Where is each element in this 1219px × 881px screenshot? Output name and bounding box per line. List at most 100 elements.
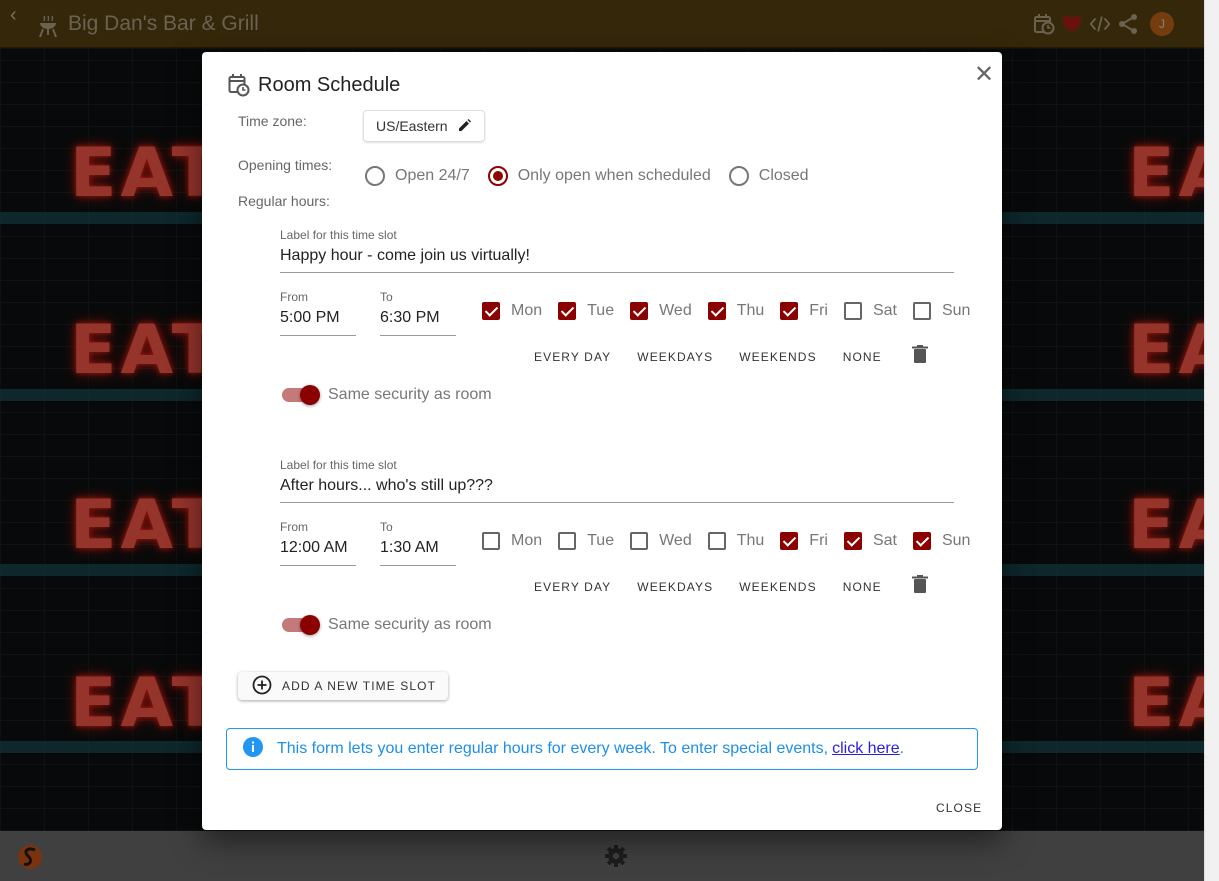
- same-security-toggle[interactable]: Same security as room: [282, 615, 492, 635]
- to-field[interactable]: To 1:30 AM: [380, 520, 456, 566]
- day-label: Fri: [809, 532, 828, 549]
- radio-circle[interactable]: [728, 166, 749, 186]
- add-circle-icon: [252, 675, 272, 698]
- day-label: Mon: [511, 302, 543, 319]
- day-checkbox-wed[interactable]: Wed: [630, 532, 692, 550]
- close-icon[interactable]: ✕: [974, 60, 994, 89]
- checkbox[interactable]: [558, 302, 577, 320]
- opening-option-radio[interactable]: Only open when scheduled: [487, 166, 711, 186]
- info-alert: This form lets you enter regular hours f…: [226, 728, 978, 770]
- quick-select-none-button[interactable]: NONE: [843, 350, 882, 364]
- checkbox[interactable]: [843, 532, 862, 550]
- close-button[interactable]: CLOSE: [936, 801, 982, 815]
- day-checkbox-fri[interactable]: Fri: [780, 302, 828, 320]
- opening-option-radio[interactable]: Open 24/7: [365, 166, 470, 186]
- to-caption: To: [380, 290, 393, 304]
- day-checkbox-sun[interactable]: Sun: [912, 532, 971, 550]
- quick-select-weekends-button[interactable]: WEEKENDS: [739, 580, 816, 594]
- info-suffix: .: [899, 740, 905, 757]
- timezone-value: US/Eastern: [376, 118, 448, 134]
- quick-select-none-button[interactable]: NONE: [843, 580, 882, 594]
- quick-select-weekends-button[interactable]: WEEKENDS: [739, 350, 816, 364]
- slot-label-caption: Label for this time slot: [280, 458, 397, 472]
- add-time-slot-label: ADD A NEW TIME SLOT: [282, 679, 437, 693]
- quick-select-buttons: EVERY DAY WEEKDAYS WEEKENDS NONE: [534, 575, 928, 598]
- add-time-slot-button[interactable]: ADD A NEW TIME SLOT: [238, 672, 449, 700]
- day-label: Sun: [941, 532, 971, 549]
- edit-icon: [458, 118, 472, 135]
- opening-option-radio[interactable]: Closed: [728, 166, 809, 186]
- day-checkbox-tue[interactable]: Tue: [558, 532, 614, 550]
- day-label: Sat: [872, 532, 897, 549]
- day-checkbox-thu[interactable]: Thu: [707, 302, 764, 320]
- quick-select-weekdays-button[interactable]: WEEKDAYS: [637, 350, 713, 364]
- checkbox[interactable]: [482, 302, 500, 320]
- from-caption: From: [280, 290, 308, 304]
- from-caption: From: [280, 520, 308, 534]
- day-checkbox-sat[interactable]: Sat: [843, 302, 897, 320]
- to-caption: To: [380, 520, 393, 534]
- same-security-label: Same security as room: [328, 386, 492, 403]
- toggle-thumb[interactable]: [300, 385, 320, 405]
- quick-select-every-day-button[interactable]: EVERY DAY: [534, 350, 611, 364]
- opening-option-label: Closed: [758, 167, 809, 184]
- checkbox[interactable]: [780, 532, 799, 550]
- checkbox[interactable]: [630, 532, 649, 550]
- day-label: Mon: [511, 532, 543, 549]
- day-label: Thu: [736, 532, 765, 549]
- day-label: Tue: [587, 532, 615, 549]
- room-schedule-dialog: Room Schedule ✕ Time zone: US/Eastern Op…: [202, 52, 1002, 830]
- to-field[interactable]: To 6:30 PM: [380, 290, 456, 336]
- day-checkbox-sun[interactable]: Sun: [912, 302, 971, 320]
- delete-slot-icon[interactable]: [911, 345, 928, 368]
- slot-label-input[interactable]: Happy hour - come join us virtually!: [280, 247, 954, 273]
- day-checkbox-tue[interactable]: Tue: [558, 302, 614, 320]
- from-field[interactable]: From 12:00 AM: [280, 520, 356, 566]
- radio-circle[interactable]: [487, 166, 508, 186]
- checkbox[interactable]: [912, 302, 931, 320]
- from-value[interactable]: 5:00 PM: [280, 309, 356, 336]
- checkbox[interactable]: [707, 302, 726, 320]
- day-label: Sat: [872, 302, 897, 319]
- day-checkbox-mon[interactable]: Mon: [482, 302, 542, 320]
- quick-select-every-day-button[interactable]: EVERY DAY: [534, 580, 611, 594]
- day-label: Sun: [941, 302, 971, 319]
- toggle-track[interactable]: [282, 385, 320, 405]
- to-value[interactable]: 1:30 AM: [380, 539, 456, 566]
- same-security-toggle[interactable]: Same security as room: [282, 385, 492, 405]
- day-label: Fri: [809, 302, 828, 319]
- checkbox[interactable]: [912, 532, 931, 550]
- schedule-icon: [228, 73, 250, 102]
- delete-slot-icon[interactable]: [911, 575, 928, 598]
- radio-circle[interactable]: [365, 166, 385, 186]
- page-scrollbar[interactable]: [1204, 0, 1219, 881]
- toggle-thumb[interactable]: [300, 615, 320, 635]
- special-events-link[interactable]: click here: [832, 740, 900, 758]
- info-text: This form lets you enter regular hours f…: [277, 740, 829, 757]
- slot-label-input[interactable]: After hours... who's still up???: [280, 477, 954, 503]
- checkbox[interactable]: [482, 532, 500, 550]
- timezone-button[interactable]: US/Eastern: [363, 110, 485, 142]
- toggle-track[interactable]: [282, 615, 320, 635]
- checkbox[interactable]: [707, 532, 726, 550]
- opening-option-label: Only open when scheduled: [517, 167, 711, 184]
- from-value[interactable]: 12:00 AM: [280, 539, 356, 566]
- info-icon: [243, 736, 263, 762]
- day-checkbox-fri[interactable]: Fri: [780, 532, 828, 550]
- day-checkbox-mon[interactable]: Mon: [482, 532, 542, 550]
- checkbox[interactable]: [843, 302, 862, 320]
- checkbox[interactable]: [630, 302, 649, 320]
- quick-select-weekdays-button[interactable]: WEEKDAYS: [637, 580, 713, 594]
- from-field[interactable]: From 5:00 PM: [280, 290, 356, 336]
- checkbox[interactable]: [780, 302, 799, 320]
- quick-select-buttons: EVERY DAY WEEKDAYS WEEKENDS NONE: [534, 345, 928, 368]
- timezone-label: Time zone:: [238, 113, 307, 129]
- day-checkbox-sat[interactable]: Sat: [843, 532, 897, 550]
- checkbox[interactable]: [558, 532, 577, 550]
- slot-label-caption: Label for this time slot: [280, 228, 397, 242]
- to-value[interactable]: 6:30 PM: [380, 309, 456, 336]
- day-checkbox-thu[interactable]: Thu: [707, 532, 765, 550]
- opening-times-radio-group: Open 24/7 Only open when scheduled Closed: [365, 166, 827, 186]
- day-checkboxes: Mon Tue Wed Thu Fri Sat Sun: [482, 302, 986, 320]
- day-checkbox-wed[interactable]: Wed: [630, 302, 692, 320]
